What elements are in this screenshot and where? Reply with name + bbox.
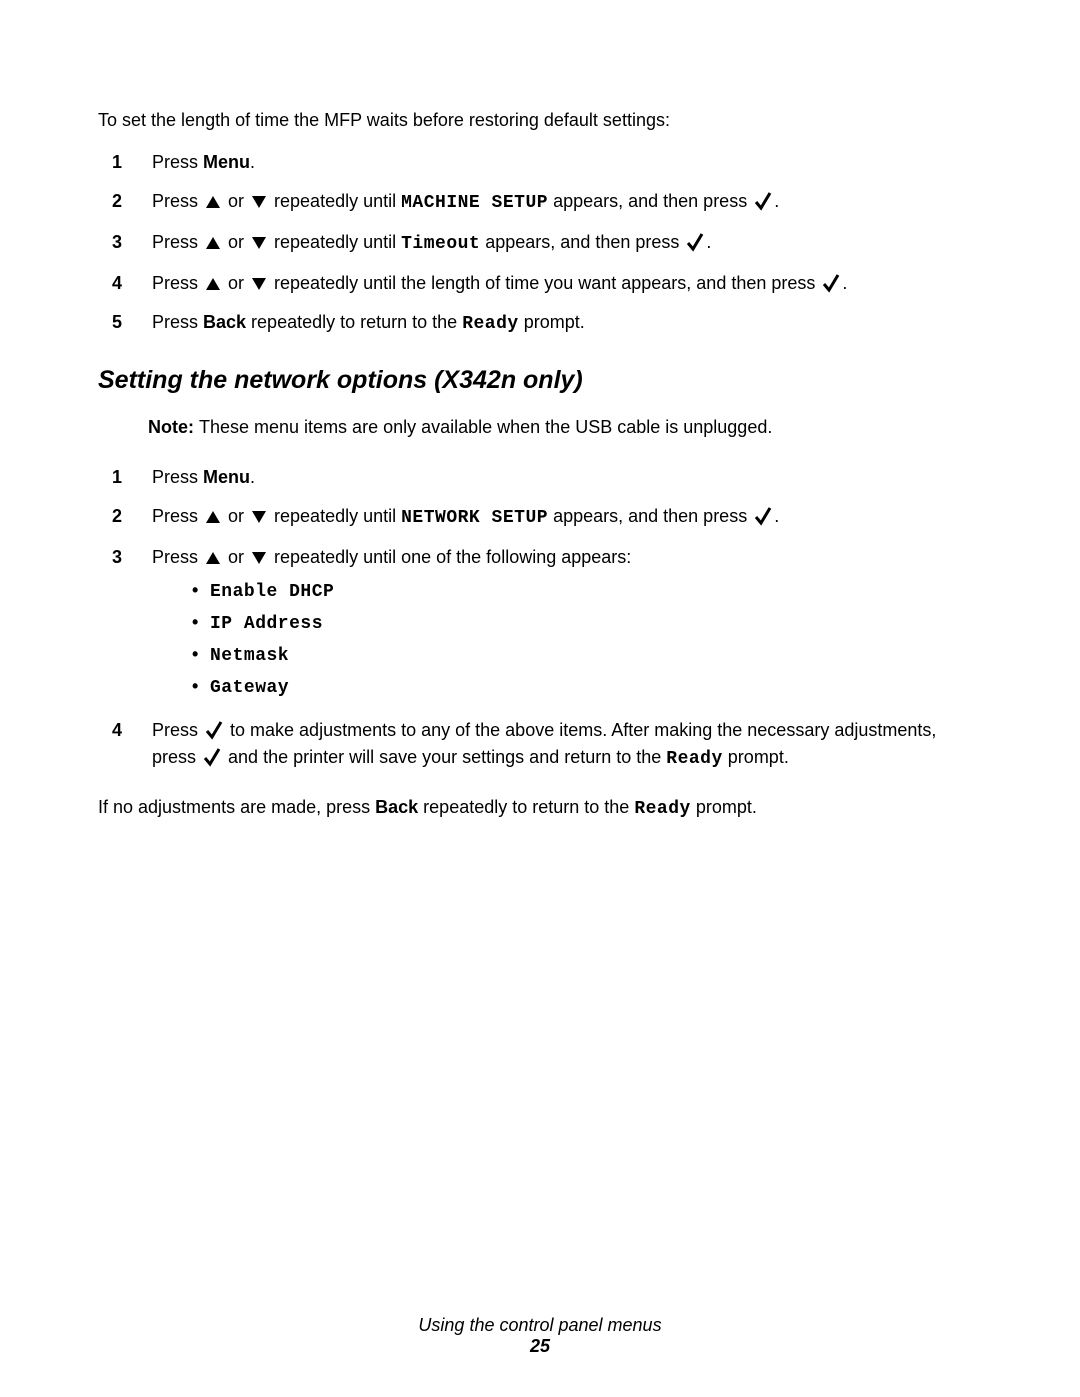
step-a1: 1 Press Menu. (98, 149, 982, 176)
check-icon (205, 720, 223, 740)
step-body: Press or repeatedly until the length of … (152, 270, 982, 297)
intro-text: To set the length of time the MFP waits … (98, 110, 982, 131)
document-page: To set the length of time the MFP waits … (0, 0, 1080, 1397)
bullet-item: •Netmask (192, 641, 982, 670)
bullet-item: •Enable DHCP (192, 577, 982, 606)
check-icon (686, 232, 704, 252)
step-body: Press Back repeatedly to return to the R… (152, 309, 982, 338)
step-b3: 3 Press or repeatedly until one of the f… (98, 544, 982, 705)
step-number: 2 (98, 503, 152, 530)
up-arrow-icon (205, 551, 221, 565)
footer-title: Using the control panel menus (0, 1315, 1080, 1336)
closing-text: If no adjustments are made, press Back r… (98, 797, 982, 819)
bullet-list: •Enable DHCP •IP Address •Netmask •Gatew… (192, 577, 982, 702)
up-arrow-icon (205, 195, 221, 209)
menu-option: Timeout (401, 234, 480, 254)
check-icon (203, 747, 221, 767)
bullet-item: •Gateway (192, 673, 982, 702)
bullet-item: •IP Address (192, 609, 982, 638)
back-button-label: Back (375, 797, 418, 817)
page-footer: Using the control panel menus 25 (0, 1315, 1080, 1357)
step-a3: 3 Press or repeatedly until Timeout appe… (98, 229, 982, 258)
step-number: 3 (98, 544, 152, 571)
down-arrow-icon (251, 277, 267, 291)
down-arrow-icon (251, 195, 267, 209)
step-body: Press Menu. (152, 149, 982, 176)
note-text: Note: These menu items are only availabl… (148, 417, 982, 438)
step-body: Press or repeatedly until Timeout appear… (152, 229, 982, 258)
step-b2: 2 Press or repeatedly until NETWORK SETU… (98, 503, 982, 532)
step-number: 3 (98, 229, 152, 256)
step-number: 1 (98, 464, 152, 491)
up-arrow-icon (205, 236, 221, 250)
step-a4: 4 Press or repeatedly until the length o… (98, 270, 982, 297)
steps-list-b: 1 Press Menu. 2 Press or repeatedly unti… (98, 464, 982, 773)
check-icon (754, 506, 772, 526)
steps-list-a: 1 Press Menu. 2 Press or repeatedly unti… (98, 149, 982, 338)
step-a2: 2 Press or repeatedly until MACHINE SETU… (98, 188, 982, 217)
step-number: 5 (98, 309, 152, 336)
step-number: 2 (98, 188, 152, 215)
down-arrow-icon (251, 510, 267, 524)
prompt-label: Ready (462, 314, 519, 334)
down-arrow-icon (251, 551, 267, 565)
step-number: 4 (98, 717, 152, 744)
menu-option: MACHINE SETUP (401, 193, 548, 213)
down-arrow-icon (251, 236, 267, 250)
prompt-label: Ready (666, 749, 723, 769)
prompt-label: Ready (634, 799, 691, 819)
back-button-label: Back (203, 312, 246, 332)
up-arrow-icon (205, 510, 221, 524)
note-label: Note: (148, 417, 199, 437)
check-icon (822, 273, 840, 293)
step-b4: 4 Press to make adjustments to any of th… (98, 717, 982, 773)
step-b1: 1 Press Menu. (98, 464, 982, 491)
check-icon (754, 191, 772, 211)
step-number: 1 (98, 149, 152, 176)
step-number: 4 (98, 270, 152, 297)
step-body: Press or repeatedly until one of the fol… (152, 544, 982, 705)
menu-button-label: Menu (203, 152, 250, 172)
section-heading: Setting the network options (X342n only) (98, 366, 982, 395)
page-number: 25 (0, 1336, 1080, 1357)
up-arrow-icon (205, 277, 221, 291)
menu-option: NETWORK SETUP (401, 508, 548, 528)
step-body: Press or repeatedly until NETWORK SETUP … (152, 503, 982, 532)
step-body: Press to make adjustments to any of the … (152, 717, 982, 773)
step-body: Press Menu. (152, 464, 982, 491)
step-body: Press or repeatedly until MACHINE SETUP … (152, 188, 982, 217)
menu-button-label: Menu (203, 467, 250, 487)
step-a5: 5 Press Back repeatedly to return to the… (98, 309, 982, 338)
